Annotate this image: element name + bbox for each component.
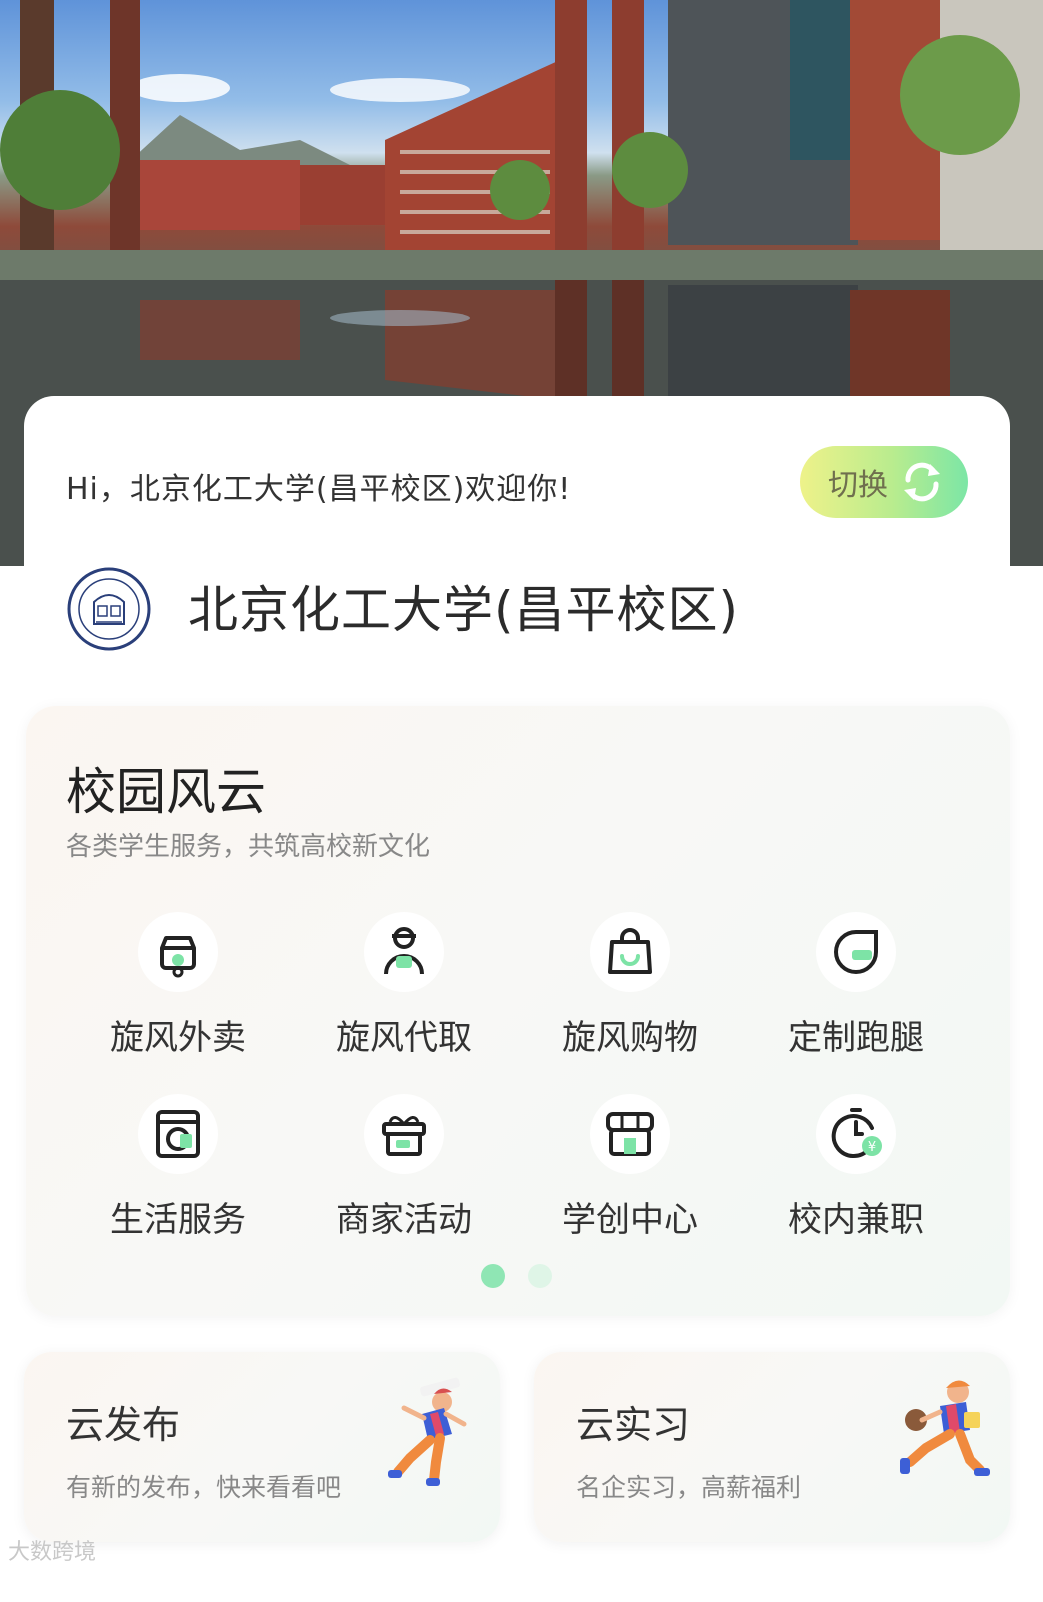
switch-campus-button[interactable]: 切换 (800, 446, 968, 518)
page-dot[interactable] (528, 1264, 552, 1288)
clock-yuan-icon: ¥ (831, 1108, 882, 1158)
welcome-message: Hi，北京化工大学(昌平校区)欢迎你! (66, 472, 572, 507)
running-person-illustration (900, 1380, 990, 1476)
service-icon-bg (364, 1094, 444, 1174)
service-icon-bg (138, 912, 218, 992)
service-item-takeout[interactable]: 旋风外卖 (78, 912, 278, 1082)
service-icon-bg (590, 1094, 670, 1174)
service-label: 学创中心 (562, 1200, 698, 1240)
service-label: 旋风购物 (562, 1018, 698, 1058)
service-item-pickup[interactable]: 旋风代取 (304, 912, 504, 1082)
shopping-bag-icon (608, 928, 652, 974)
page-dot-active[interactable] (481, 1264, 505, 1288)
service-item-life[interactable]: 生活服务 (78, 1094, 278, 1264)
card-title: 云实习 (576, 1403, 691, 1447)
watermark: 大数跨境 (8, 1540, 97, 1565)
errand-icon (833, 930, 878, 975)
washing-machine-icon (156, 1110, 200, 1158)
store-icon (606, 1112, 654, 1156)
service-label: 旋风外卖 (110, 1018, 246, 1058)
service-icon-bg (138, 1094, 218, 1174)
card-subtitle: 有新的发布，快来看看吧 (66, 1473, 342, 1502)
service-item-shopping[interactable]: 旋风购物 (530, 912, 730, 1082)
scooter-icon (160, 936, 196, 978)
service-item-innovation[interactable]: 学创中心 (530, 1094, 730, 1264)
services-subtitle: 各类学生服务，共筑高校新文化 (66, 832, 431, 862)
card-title: 云发布 (66, 1403, 181, 1447)
service-icon-bg (816, 912, 896, 992)
service-label: 旋风代取 (336, 1018, 472, 1058)
gift-icon (382, 1116, 426, 1156)
courier-icon (384, 927, 424, 975)
service-label: 定制跑腿 (788, 1018, 924, 1058)
cloud-internship-card[interactable]: 云实习 名企实习，高薪福利 (534, 1352, 1010, 1542)
service-icon-bg (364, 912, 444, 992)
jumping-person-illustration (388, 1377, 467, 1486)
switch-campus-label: 切换 (828, 468, 888, 503)
service-item-merchant[interactable]: 商家活动 (304, 1094, 504, 1264)
university-seal-logo (67, 567, 151, 651)
svg-text:¥: ¥ (868, 1140, 876, 1155)
service-icon-bg: ¥ (816, 1094, 896, 1174)
service-label: 校内兼职 (788, 1200, 924, 1240)
service-icon-bg (590, 912, 670, 992)
service-item-parttime[interactable]: ¥ 校内兼职 (756, 1094, 956, 1264)
card-subtitle: 名企实习，高薪福利 (576, 1473, 802, 1502)
refresh-icon (904, 462, 940, 502)
services-title: 校园风云 (66, 763, 266, 821)
service-label: 商家活动 (336, 1200, 472, 1240)
school-name: 北京化工大学(昌平校区) (188, 581, 740, 639)
service-item-errand[interactable]: 定制跑腿 (756, 912, 956, 1082)
service-label: 生活服务 (110, 1200, 246, 1240)
cloud-publish-card[interactable]: 云发布 有新的发布，快来看看吧 (24, 1352, 500, 1542)
